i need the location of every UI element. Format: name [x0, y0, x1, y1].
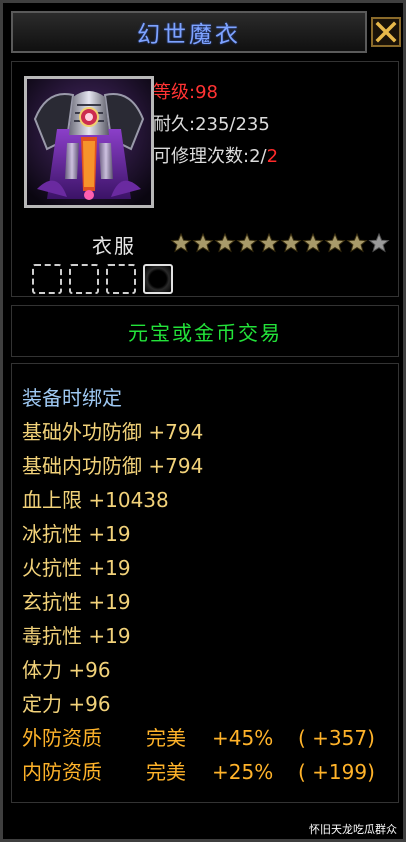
trade-text: 元宝或金币交易 [128, 320, 282, 345]
star-icon [346, 232, 368, 253]
quality-bonus: ( +199) [298, 760, 375, 784]
attribute-stat: 基础外功防御 +794 [22, 420, 204, 444]
item-info-panel: 等级:98 耐久:235/235 可修理次数:2/2 衣服 [11, 61, 399, 297]
attribute-stat: 火抗性 +19 [22, 556, 131, 580]
star-icon [236, 232, 258, 253]
repair-max: 2 [266, 146, 279, 167]
quality-name: 外防资质 [22, 726, 102, 750]
item-icon-frame [24, 76, 154, 208]
item-durability: 耐久:235/235 [153, 114, 270, 135]
star-icon [258, 232, 280, 253]
attribute-stat: 玄抗性 +19 [22, 590, 131, 614]
attribute-quality: 外防资质 完美 +45% ( +357) [22, 726, 375, 750]
quality-pct: +25% [212, 760, 274, 784]
star-icon [280, 232, 302, 253]
attribute-stat: 定力 +96 [22, 692, 111, 716]
item-title: 幻世魔衣 [137, 22, 241, 48]
star-icon [214, 232, 236, 253]
attribute-stat: 毒抗性 +19 [22, 624, 131, 648]
level-value: 98 [195, 82, 218, 103]
gem-slot-empty[interactable] [32, 264, 62, 294]
level-label: 等级: [153, 82, 196, 103]
item-tooltip: 幻世魔衣 等级:98 耐久:235/235 可修理次数:2/2 衣服 元宝或金币… [0, 0, 406, 842]
attribute-stat: 血上限 +10438 [22, 488, 169, 512]
purple-armor-icon [27, 79, 151, 205]
close-button[interactable] [371, 17, 401, 47]
quality-pct: +45% [212, 726, 274, 750]
star-icon [192, 232, 214, 253]
attribute-panel: 装备时绑定 基础外功防御 +794 基础内功防御 +794 血上限 +10438 冰抗… [11, 363, 399, 803]
item-type: 衣服 [92, 234, 136, 258]
gem-slot-empty[interactable] [106, 264, 136, 294]
close-icon [375, 21, 397, 43]
quality-grade: 完美 [146, 726, 186, 750]
star-icon [368, 232, 390, 253]
attribute-stat: 体力 +96 [22, 658, 111, 682]
bind-status: 装备时绑定 [22, 386, 122, 410]
quality-name: 内防资质 [22, 760, 102, 784]
title-bar: 幻世魔衣 [11, 11, 367, 53]
attribute-stat: 冰抗性 +19 [22, 522, 131, 546]
item-repair-count: 可修理次数:2/2 [153, 146, 278, 168]
repair-label: 可修理次数:2/ [153, 146, 267, 167]
quality-bonus: ( +357) [298, 726, 375, 750]
star-rating [170, 232, 390, 254]
gem-slots [32, 264, 180, 294]
item-level: 等级:98 [153, 82, 218, 104]
quality-grade: 完美 [146, 760, 186, 784]
trade-info: 元宝或金币交易 [11, 305, 399, 357]
gem-slot-empty[interactable] [69, 264, 99, 294]
star-icon [170, 232, 192, 253]
watermark: 怀旧天龙吃瓜群众 [309, 823, 397, 836]
attribute-stat: 基础内功防御 +794 [22, 454, 204, 478]
star-icon [324, 232, 346, 253]
star-icon [302, 232, 324, 253]
gem-slot-filled[interactable] [143, 264, 173, 294]
attribute-quality: 内防资质 完美 +25% ( +199) [22, 760, 375, 784]
